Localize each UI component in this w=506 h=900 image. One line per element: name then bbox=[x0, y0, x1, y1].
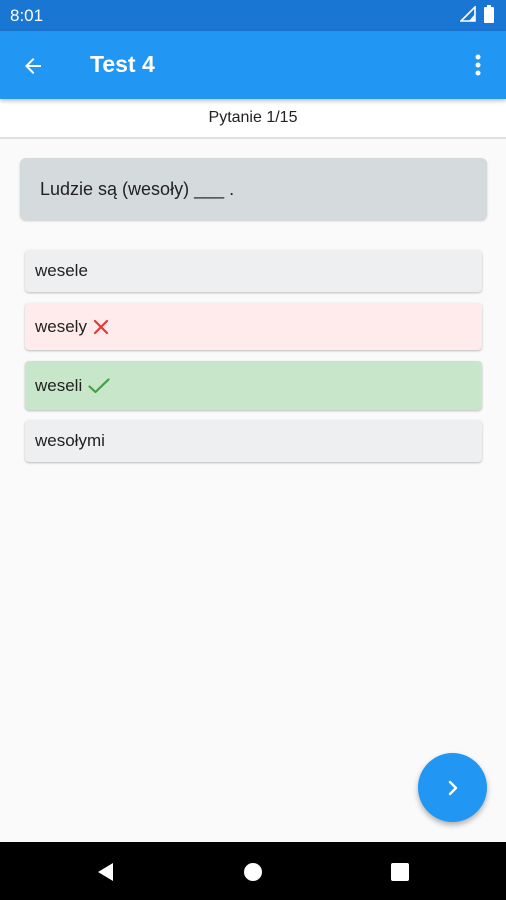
progress-label: Pytanie 1/15 bbox=[208, 109, 298, 126]
nav-home-button[interactable] bbox=[242, 861, 264, 883]
status-bar: 8:01 bbox=[0, 0, 506, 31]
answer-text: wesele bbox=[35, 261, 88, 280]
more-options-button[interactable] bbox=[466, 51, 490, 79]
question-text: Ludzie są (wesoły) ___ . bbox=[40, 178, 235, 199]
app-bar: Test 4 bbox=[0, 31, 506, 99]
answer-option-3[interactable]: weseli bbox=[25, 361, 482, 410]
page-title: Test 4 bbox=[90, 51, 155, 77]
arrow-back-icon bbox=[25, 58, 41, 74]
status-time: 8:01 bbox=[10, 6, 44, 25]
question-progress: Pytanie 1/15 bbox=[0, 99, 506, 139]
answer-text: wesely bbox=[35, 316, 87, 336]
more-vert-icon bbox=[475, 54, 481, 76]
check-icon bbox=[88, 377, 110, 394]
system-navigation-bar bbox=[0, 842, 506, 900]
recents-square-icon bbox=[391, 863, 409, 881]
next-question-button[interactable] bbox=[418, 753, 487, 822]
back-button[interactable] bbox=[18, 51, 48, 81]
answer-option-4[interactable]: wesołymi bbox=[25, 420, 482, 462]
answer-text: weseli bbox=[35, 375, 83, 395]
chevron-right-icon bbox=[448, 780, 457, 795]
answer-text: wesołymi bbox=[35, 431, 105, 450]
battery-icon bbox=[484, 4, 494, 28]
close-icon bbox=[93, 319, 109, 335]
signal-icon bbox=[459, 4, 476, 27]
answer-option-2[interactable]: wesely bbox=[25, 303, 482, 350]
nav-recents-button[interactable] bbox=[389, 861, 411, 883]
answer-option-1[interactable]: wesele bbox=[25, 250, 482, 292]
question-card: Ludzie są (wesoły) ___ . bbox=[20, 158, 487, 220]
home-circle-icon bbox=[244, 863, 262, 881]
nav-back-button[interactable] bbox=[95, 861, 117, 883]
back-triangle-icon bbox=[98, 863, 113, 881]
